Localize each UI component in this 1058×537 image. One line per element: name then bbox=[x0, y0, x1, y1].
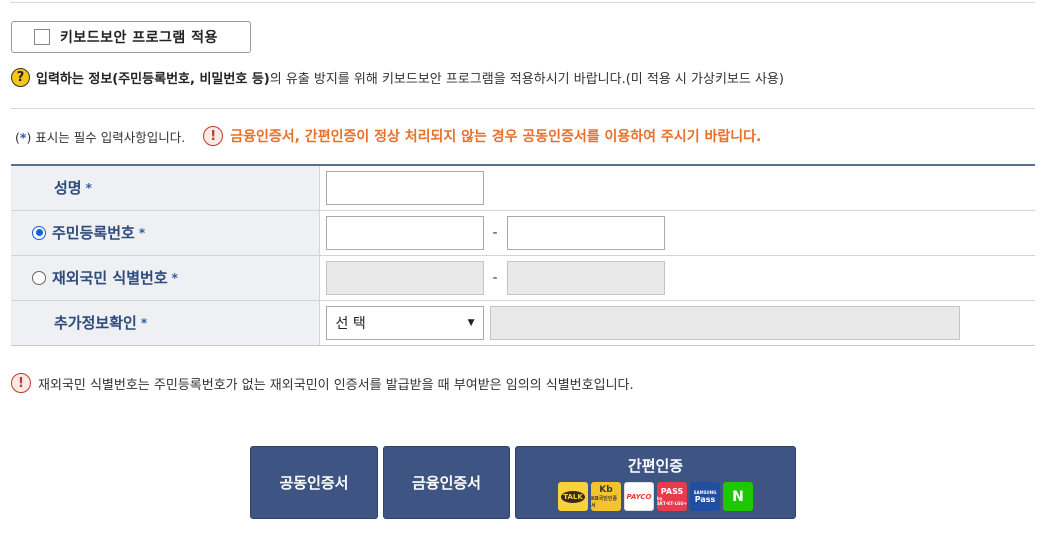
required-star-icon: * bbox=[85, 180, 92, 195]
overseas-id-notice-text: 재외국민 식별번호는 주민등록번호가 없는 재외국민이 인증서를 발급받을 때 … bbox=[38, 377, 634, 393]
keyboard-security-notice: ? 입력하는 정보(주민등록번호, 비밀번호 등) 의 유출 방지를 위해 키보… bbox=[11, 68, 784, 87]
extra-info-select[interactable]: 선 택 ▼ bbox=[325, 305, 484, 340]
extra-info-selected-option: 선 택 bbox=[335, 315, 366, 332]
required-note: (*) 표시는 필수 입력사항입니다. bbox=[15, 129, 186, 145]
warning-icon: ! bbox=[203, 126, 224, 146]
form-row-resident-number: 주민등록번호 * - bbox=[11, 210, 1035, 256]
question-icon: ? bbox=[11, 68, 30, 87]
pass-icon: PASS by SKT·KT·LGU+ bbox=[657, 482, 687, 511]
finance-certificate-button[interactable]: 금융인증서 bbox=[383, 446, 510, 519]
form-row-overseas-id: 재외국민 식별번호 * - bbox=[11, 255, 1035, 301]
form-row-extra-info: 추가정보확인 * 선 택 ▼ bbox=[11, 300, 1035, 346]
simple-auth-logos: TALK Kb KB국민인증서 PAYCO PASS by SKT·KT·LGU+ … bbox=[558, 482, 753, 511]
notice-bold-text: 입력하는 정보(주민등록번호, 비밀번호 등) bbox=[36, 72, 270, 87]
section-divider bbox=[10, 108, 1035, 109]
keyboard-security-label: 키보드보안 프로그램 적용 bbox=[60, 30, 218, 46]
kakao-talk-icon: TALK bbox=[558, 482, 588, 511]
caret-down-icon: ▼ bbox=[467, 317, 475, 328]
resident-number-label[interactable]: 주민등록번호 bbox=[52, 222, 135, 243]
extra-info-input bbox=[489, 305, 960, 340]
form-row-name: 성명 * bbox=[11, 165, 1035, 211]
overseas-id-front-input bbox=[325, 260, 484, 295]
notice-text: 의 유출 방지를 위해 키보드보안 프로그램을 적용하시기 바랍니다.(미 적용… bbox=[269, 72, 784, 87]
required-star-icon: * bbox=[138, 225, 146, 240]
resident-number-front-input[interactable] bbox=[325, 215, 484, 250]
name-input[interactable] bbox=[325, 170, 484, 205]
naver-icon: N bbox=[723, 482, 753, 511]
warning-text: 금융인증서, 간편인증이 정상 처리되지 않는 경우 공동인증서를 이용하여 주… bbox=[230, 129, 762, 145]
overseas-id-radio[interactable] bbox=[32, 270, 46, 285]
simple-auth-title: 간편인증 bbox=[627, 457, 684, 475]
kb-icon: Kb KB국민인증서 bbox=[591, 482, 621, 511]
overseas-id-back-input bbox=[506, 260, 665, 295]
resident-number-radio[interactable] bbox=[32, 225, 46, 240]
resident-number-back-input[interactable] bbox=[506, 215, 665, 250]
notice-row: (*) 표시는 필수 입력사항입니다. ! 금융인증서, 간편인증이 정상 처리… bbox=[15, 126, 761, 146]
overseas-id-separator: - bbox=[492, 269, 498, 286]
overseas-id-label[interactable]: 재외국민 식별번호 bbox=[52, 267, 168, 288]
required-star-icon: * bbox=[171, 270, 178, 285]
overseas-id-notice: ! 재외국민 식별번호는 주민등록번호가 없는 재외국민이 인증서를 발급받을 … bbox=[11, 373, 634, 393]
payco-icon: PAYCO bbox=[624, 482, 654, 511]
warning-icon: ! bbox=[11, 373, 31, 393]
resident-number-separator: - bbox=[492, 224, 498, 241]
top-divider bbox=[10, 2, 1035, 3]
keyboard-security-toggle[interactable]: 키보드보안 프로그램 적용 bbox=[11, 21, 251, 53]
extra-info-label: 추가정보확인 bbox=[54, 314, 137, 332]
identity-form: 성명 * 주민등록번호 * - 재외국민 식별번호 * - 추가정보확인 * 선… bbox=[11, 164, 1035, 346]
samsung-pass-icon: SAMSUNG Pass bbox=[690, 482, 720, 511]
name-label: 성명 bbox=[54, 179, 82, 198]
required-star-icon: * bbox=[140, 315, 148, 330]
simple-auth-button[interactable]: 간편인증 TALK Kb KB국민인증서 PAYCO PASS by SKT·KT·… bbox=[515, 446, 796, 519]
public-certificate-button[interactable]: 공동인증서 bbox=[250, 446, 378, 519]
keyboard-security-checkbox[interactable] bbox=[34, 29, 50, 45]
